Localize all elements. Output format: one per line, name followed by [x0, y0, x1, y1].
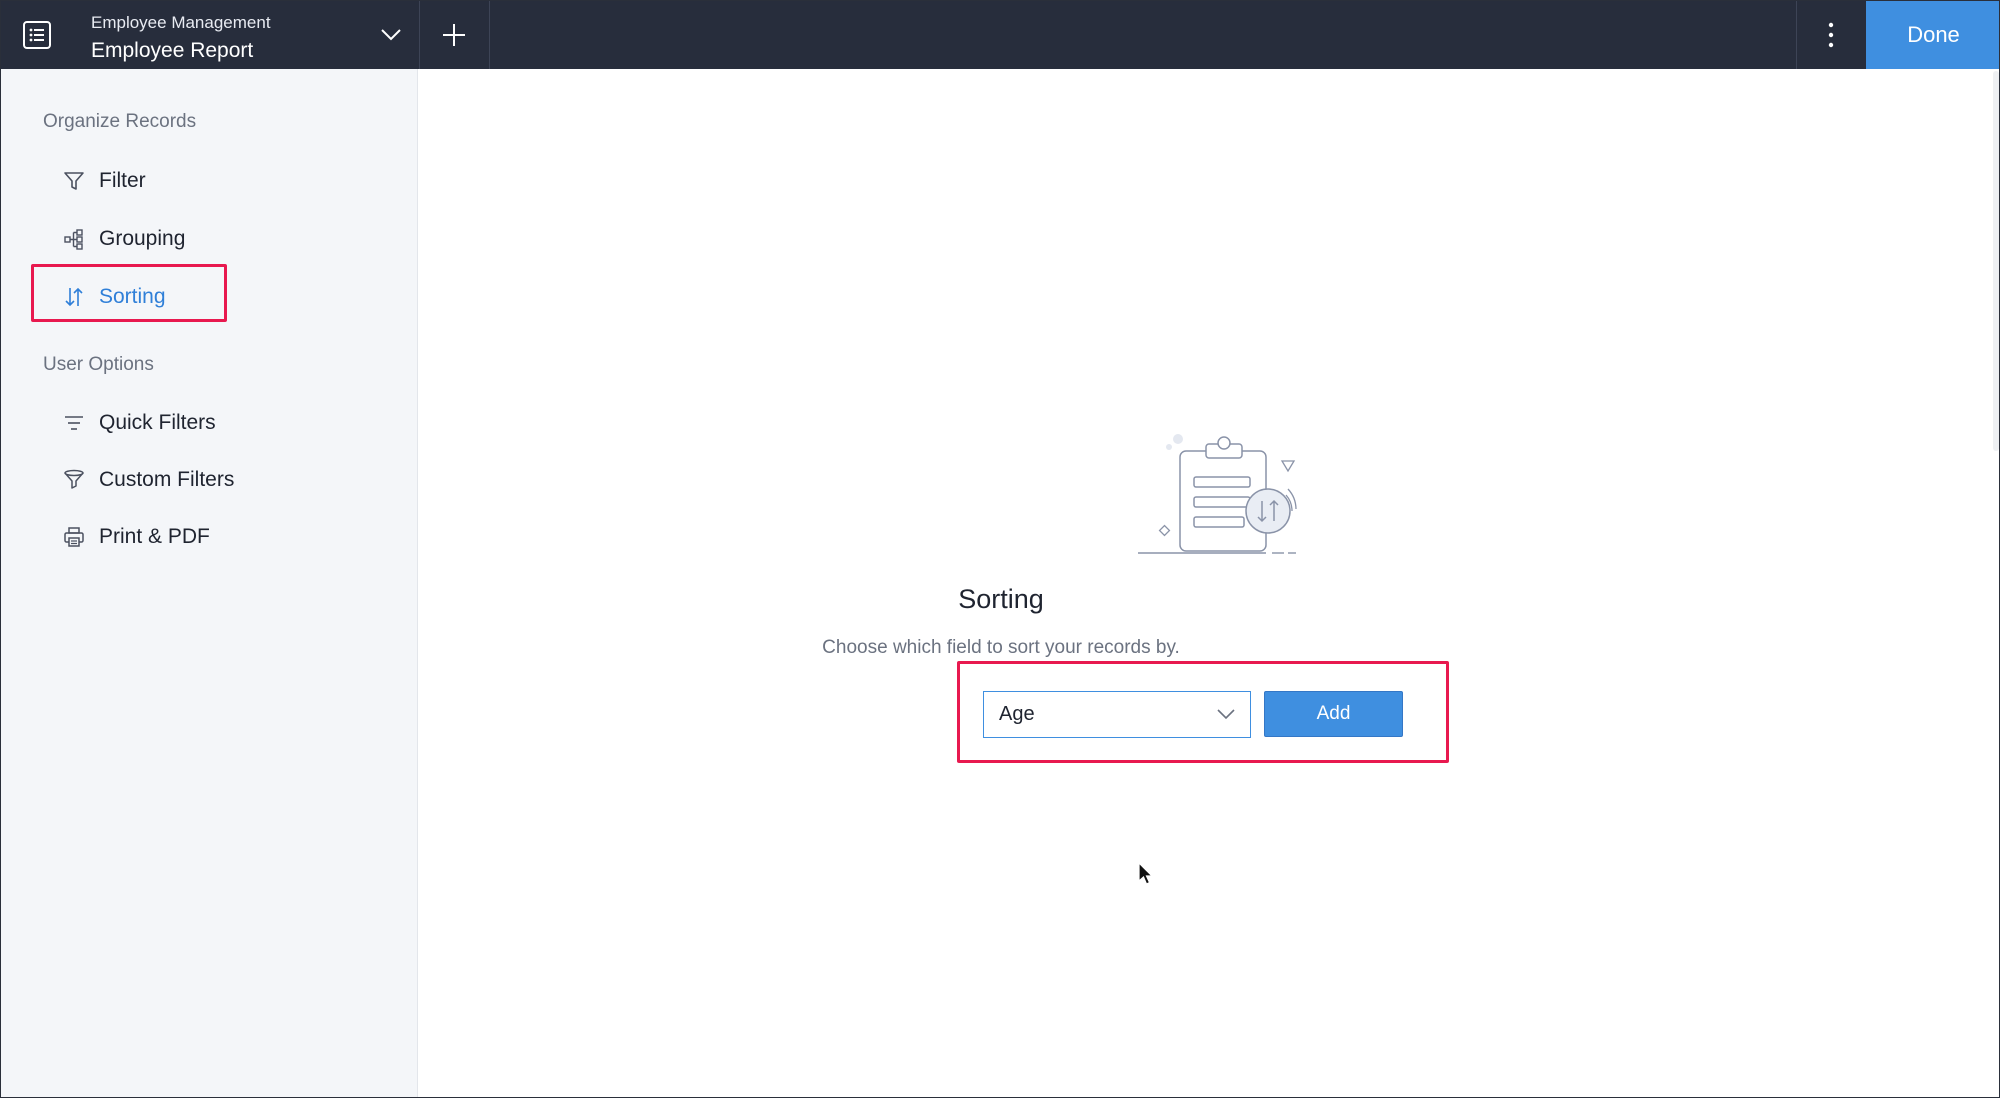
empty-state-title: Sorting	[958, 584, 1044, 614]
report-switcher[interactable]: Employee Management Employee Report	[91, 13, 411, 65]
app-name: Employee Management	[91, 13, 271, 32]
custom-filter-icon	[61, 467, 87, 493]
chevron-down-icon	[1217, 709, 1235, 720]
printer-icon	[61, 524, 87, 550]
sort-field-select[interactable]: Age	[983, 691, 1251, 738]
main-scrollbar[interactable]	[1993, 71, 1999, 451]
sidebar-item-label: Quick Filters	[99, 411, 216, 434]
menu-button[interactable]	[1, 1, 73, 69]
empty-state-description: Choose which field to sort your records …	[822, 637, 1180, 658]
sidebar-item-custom-filters[interactable]: Custom Filters	[61, 458, 234, 502]
sort-icon	[61, 284, 87, 310]
plus-icon	[443, 24, 465, 46]
quick-filters-icon	[61, 410, 87, 436]
sidebar-item-grouping[interactable]: Grouping	[61, 217, 185, 261]
sidebar-item-label: Sorting	[99, 285, 166, 308]
top-bar: Employee Management Employee Report Done	[1, 1, 1999, 69]
add-sort-button[interactable]: Add	[1264, 691, 1403, 737]
sidebar-item-label: Grouping	[99, 227, 186, 250]
more-vertical-icon	[1828, 22, 1834, 48]
add-report-button[interactable]	[420, 1, 488, 69]
section-title-organize-records: Organize Records	[43, 111, 197, 132]
sorting-illustration-icon	[1138, 434, 1297, 554]
chevron-down-icon	[381, 29, 401, 41]
report-name: Employee Report	[91, 39, 254, 62]
sidebar-item-filter[interactable]: Filter	[61, 159, 146, 203]
more-options-button[interactable]	[1797, 1, 1865, 69]
sidebar-item-print-pdf[interactable]: Print & PDF	[61, 515, 210, 559]
divider	[489, 1, 490, 69]
grouping-icon	[61, 226, 87, 252]
mouse-cursor-icon	[1138, 861, 1154, 885]
done-button[interactable]: Done	[1866, 1, 1999, 69]
sidebar-item-quick-filters[interactable]: Quick Filters	[61, 401, 216, 445]
report-dropdown-toggle[interactable]	[373, 17, 409, 53]
sidebar-item-label: Custom Filters	[99, 468, 235, 491]
filter-icon	[61, 168, 87, 194]
sidebar-item-sorting[interactable]: Sorting	[61, 275, 166, 319]
sort-field-value: Age	[999, 703, 1035, 725]
sidebar-item-label: Print & PDF	[99, 525, 210, 548]
section-title-user-options: User Options	[43, 354, 154, 375]
list-menu-icon	[23, 21, 51, 49]
sidebar-item-label: Filter	[99, 169, 146, 192]
app-window: Employee Management Employee Report Done…	[0, 0, 2000, 1098]
